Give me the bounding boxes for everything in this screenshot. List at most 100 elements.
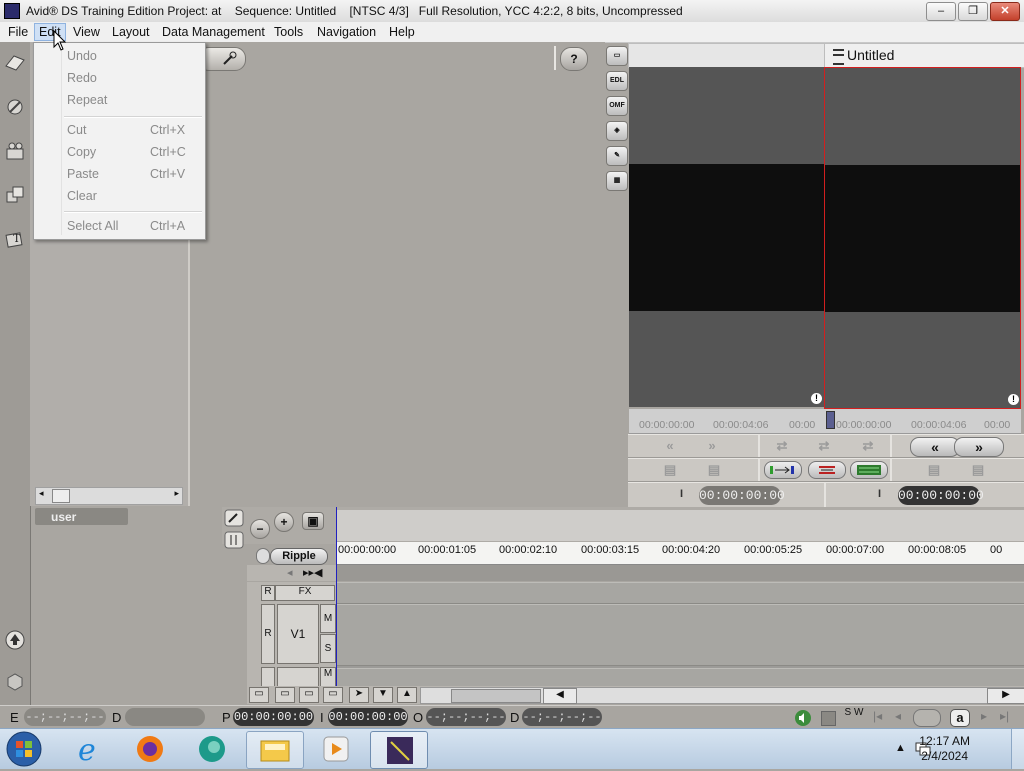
internet-explorer-taskbar-icon[interactable]: e [62,731,118,768]
track-name-2[interactable] [277,667,319,687]
position-indicator[interactable] [826,411,835,429]
menu-item-copy[interactable]: Copy Ctrl+C [34,142,205,162]
menu-item-select-all[interactable]: Select All Ctrl+A [34,216,205,236]
match-frame-button[interactable] [850,461,888,479]
duration-field[interactable] [125,708,205,726]
position-timecode-field[interactable]: 00:00:00:00 [233,708,314,726]
scroll-right-icon[interactable]: ▸ [174,488,179,499]
overwrite-icon[interactable]: ⇄ [810,438,838,454]
up-arrow-icon[interactable] [4,629,26,651]
minimize-button[interactable]: – [926,2,956,21]
edl-icon[interactable]: EDL [606,71,628,91]
show-hidden-icons-icon[interactable]: ▲ [895,742,906,754]
view-mode-icon[interactable]: ▭ [299,687,319,703]
menu-item-paste[interactable]: Paste Ctrl+V [34,164,205,184]
omf-icon[interactable]: OMF [606,96,628,116]
fast-forward-icon[interactable]: » [698,438,726,454]
duration-timecode-field[interactable]: --;--;--;-- [522,708,602,726]
grid-icon[interactable]: ▦ [606,171,628,191]
menu-item-repeat[interactable]: Repeat [34,90,205,110]
track-mute-button-2[interactable]: M [320,667,336,687]
rewind-icon[interactable]: « [656,438,684,454]
pointer-tool-icon[interactable]: ➤ [349,687,369,703]
go-to-end-icon[interactable]: ▸| [1000,709,1009,723]
help-button[interactable]: ? [560,47,588,71]
link-button[interactable] [913,709,941,727]
step-back-icon[interactable]: ◂ [287,566,293,579]
source-monitor[interactable]: ! [629,67,824,407]
sequence-tool-icon[interactable] [4,52,26,74]
media-player-taskbar-icon[interactable] [308,731,364,767]
cube-icon[interactable] [4,670,26,692]
menu-lines-icon[interactable] [833,49,844,65]
timeline-scroll-thumb[interactable] [451,689,541,703]
playhead[interactable] [336,507,337,687]
clock[interactable]: 12:17 AM 2/4/2024 [919,734,970,764]
scroll-left-icon[interactable]: ◂ [39,488,44,499]
zoom-in-button[interactable]: + [274,512,294,532]
record-option-icon[interactable]: ▤ [964,462,992,478]
show-desktop-button[interactable] [1011,729,1024,769]
track-solo-button[interactable]: S [320,634,336,663]
track-record-button-2[interactable] [261,667,275,687]
close-button[interactable]: ✕ [990,2,1020,21]
record-ruler[interactable]: 00:00:00:00 00:00:04:06 00:00 [824,409,1021,434]
zoom-out-button[interactable]: − [250,519,270,539]
extract-button[interactable] [808,461,846,479]
browser-horizontal-scrollbar[interactable]: ◂ ▸ [35,487,183,505]
text-tool-icon[interactable]: T [4,228,26,250]
record-status-icon[interactable] [821,711,836,726]
scroll-right-icon[interactable]: ▶ [987,688,1024,704]
timeline-tracks[interactable] [337,582,1024,688]
firefox-taskbar-icon[interactable] [122,731,178,767]
record-timecode-field[interactable]: 00:00:00:00 [898,486,984,505]
scroll-thumb[interactable] [52,489,70,503]
record-rewind-button[interactable]: « [910,437,960,457]
menu-layout[interactable]: Layout [108,24,154,40]
menu-data-management[interactable]: Data Management [158,24,269,40]
source-timecode-field[interactable]: 00:00:00:00 [699,486,785,505]
timeline-scrub-bar[interactable] [337,565,1024,581]
audio-mode-icon[interactable]: a [950,709,970,727]
wand-icon[interactable] [224,509,244,527]
speaker-icon[interactable] [793,709,813,727]
up-arrow-icon[interactable]: ▲ [397,687,417,703]
menu-file[interactable]: File [4,24,32,40]
key-icon[interactable]: ✎ [606,146,628,166]
view-mode-icon[interactable]: ▭ [275,687,295,703]
trim-icon[interactable] [224,531,244,549]
avid-ds-taskbar-icon[interactable] [370,731,428,769]
user-tab[interactable]: user [35,508,128,525]
monitor-option-icon[interactable]: ▤ [656,462,684,478]
maximize-button[interactable]: ❐ [958,2,988,21]
track-record-button[interactable]: R [261,585,275,601]
track-mute-button[interactable]: M [320,604,336,633]
scroll-left-icon[interactable]: ◀ [543,688,577,704]
view-mode-icon[interactable]: ▭ [249,687,269,703]
monitor-view-icon[interactable]: ▭ [606,46,628,66]
step-back-icon[interactable]: ◂ [895,709,901,723]
source-ruler[interactable]: 00:00:00:00 00:00:04:06 00:00 [629,409,824,434]
go-to-start-icon[interactable]: |◂ [873,709,882,723]
go-to-end-icon[interactable]: ▸▸◀ [303,566,323,579]
edit-timecode-field[interactable]: --;--;--;-- [24,708,106,726]
menu-item-redo[interactable]: Redo [34,68,205,88]
layers-tool-icon[interactable] [4,184,26,206]
menu-tools[interactable]: Tools [270,24,307,40]
menu-item-clear[interactable]: Clear [34,186,205,206]
tag-icon[interactable]: ◈ [606,121,628,141]
zoom-fit-button[interactable]: ▣ [302,512,324,530]
explorer-taskbar-icon[interactable] [246,731,304,769]
start-button-icon[interactable] [4,730,44,768]
view-mode-icon[interactable]: ▭ [323,687,343,703]
edge-taskbar-icon[interactable] [184,731,240,767]
ripple-indicator[interactable] [256,548,270,564]
record-monitor[interactable]: ! [824,67,1021,409]
menu-view[interactable]: View [69,24,104,40]
menu-help[interactable]: Help [385,24,419,40]
down-arrow-icon[interactable]: ▼ [373,687,393,703]
out-point-field[interactable]: --;--;--;-- [426,708,506,726]
track-fx-button[interactable]: FX [275,585,335,601]
step-forward-icon[interactable]: ▸ [981,709,987,723]
ripple-button[interactable]: Ripple [270,548,328,565]
